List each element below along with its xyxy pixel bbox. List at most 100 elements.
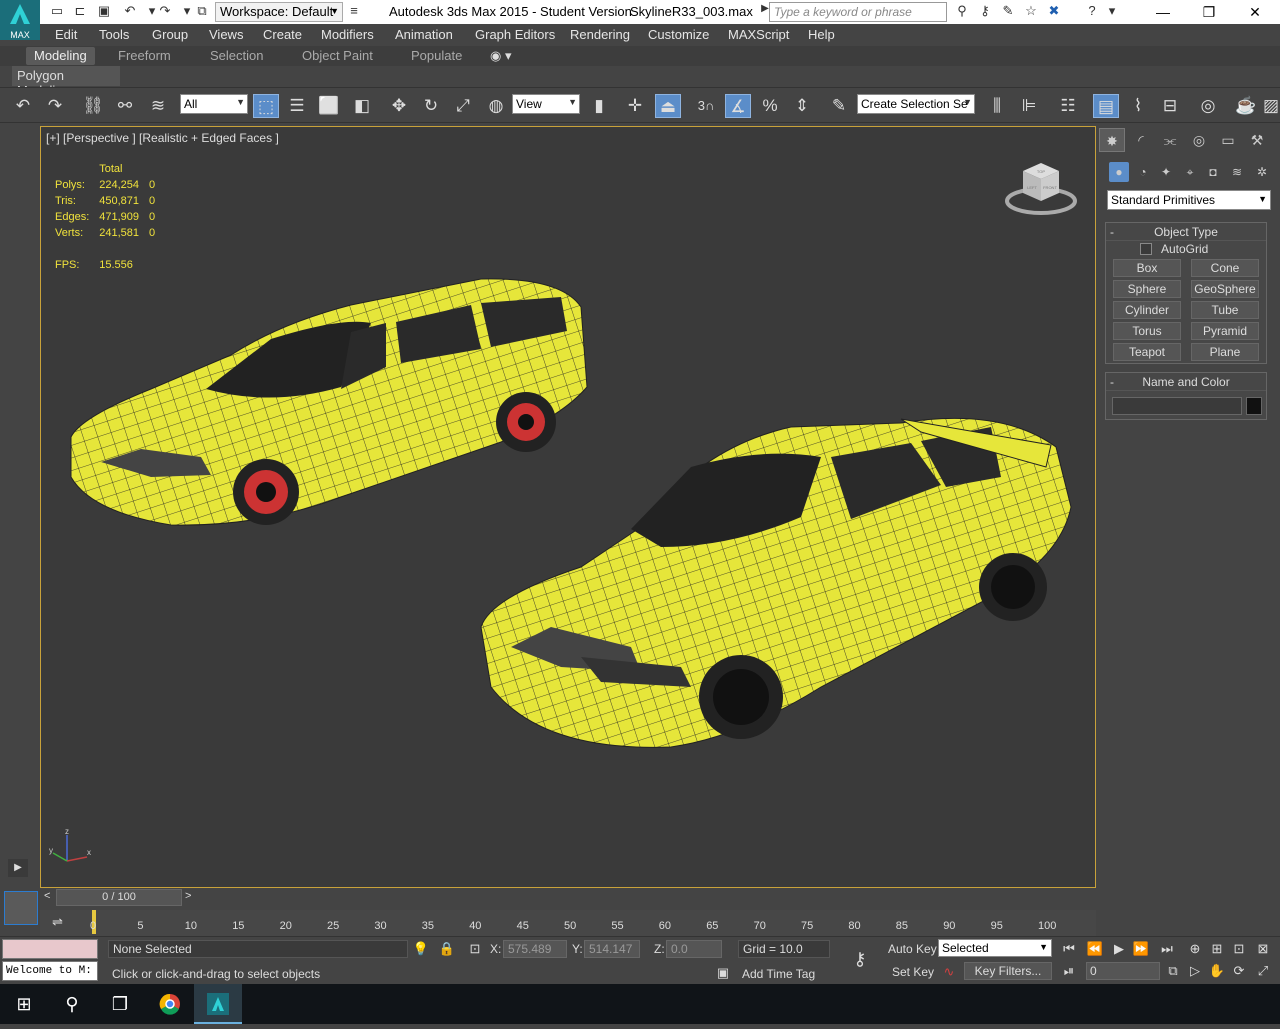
key-mode-dropdown[interactable]: Selected ▼ (938, 939, 1052, 957)
undo-icon[interactable]: ↶ (120, 3, 140, 21)
3ds-max-taskbar-icon[interactable] (194, 984, 242, 1024)
manipulate-icon[interactable]: ✛ (622, 94, 648, 118)
time-slider-prev-icon[interactable]: < (44, 890, 50, 902)
menu-edit[interactable]: Edit (55, 27, 77, 42)
ribbon-options-icon[interactable]: ◉ ▾ (482, 47, 519, 65)
chrome-icon[interactable] (146, 984, 194, 1024)
pivot-center-icon[interactable]: ▮ (586, 94, 612, 118)
torus-button[interactable]: Torus (1113, 322, 1181, 340)
favorites-star-icon[interactable]: ☆ (1021, 3, 1041, 21)
reference-coordinate-dropdown[interactable]: View ▼ (512, 94, 580, 114)
menu-maxscript[interactable]: MAXScript (728, 27, 789, 42)
box-button[interactable]: Box (1113, 259, 1181, 277)
rectangular-selection-icon[interactable]: ⬜ (316, 94, 342, 118)
maxscript-listener-input[interactable]: Welcome to M: (2, 961, 98, 981)
select-and-link-icon[interactable]: ⛓ (80, 94, 106, 118)
hierarchy-tab-icon[interactable]: ⫘ (1157, 128, 1183, 152)
new-file-icon[interactable]: ▭ (47, 3, 67, 21)
z-coordinate-field[interactable]: 0.0 (666, 940, 722, 958)
menu-customize[interactable]: Customize (648, 27, 709, 42)
time-tag-icon[interactable]: ▣ (712, 963, 734, 983)
time-slider-next-icon[interactable]: > (185, 890, 191, 902)
spinner-snap-icon[interactable]: ⇕ (789, 94, 815, 118)
zoom-extents-all-icon[interactable]: ⊠ (1252, 939, 1274, 959)
cylinder-button[interactable]: Cylinder (1113, 301, 1181, 319)
isolate-selection-icon[interactable]: 💡 (410, 939, 432, 959)
geosphere-button[interactable]: GeoSphere (1191, 280, 1259, 298)
maxscript-listener-output[interactable] (2, 939, 98, 959)
undo-icon[interactable]: ↶ (10, 94, 36, 118)
binoculars-icon[interactable]: ⚲ (952, 3, 972, 21)
render-setup-icon[interactable]: ☕ (1233, 94, 1259, 118)
align-icon[interactable]: ⊫ (1016, 94, 1042, 118)
bind-space-warp-icon[interactable]: ≋ (145, 94, 171, 118)
object-name-field[interactable] (1112, 397, 1242, 415)
toggle-ribbon-icon[interactable]: ▤ (1093, 94, 1119, 118)
cameras-icon[interactable]: ⌖ (1180, 162, 1200, 182)
name-and-color-rollout-header[interactable]: - Name and Color (1106, 373, 1266, 391)
unlink-icon[interactable]: ⚯ (112, 94, 138, 118)
next-frame-icon[interactable]: ⏩ (1130, 939, 1152, 959)
menu-help[interactable]: Help (808, 27, 835, 42)
select-object-icon[interactable]: ⬚ (253, 94, 279, 118)
percent-snap-icon[interactable]: % (757, 94, 783, 118)
auto-key-button[interactable]: Auto Key (888, 942, 937, 956)
menu-group[interactable]: Group (152, 27, 188, 42)
save-file-icon[interactable]: ▣ (94, 3, 114, 21)
lights-icon[interactable]: ✦ (1156, 162, 1176, 182)
menu-create[interactable]: Create (263, 27, 302, 42)
time-configuration-icon[interactable]: ⧉ (1162, 961, 1184, 981)
track-bar[interactable]: ⇌ 0 5 10 15 20 25 30 35 40 45 50 55 60 65 70 75 80 85 90 95… (40, 910, 1096, 936)
menu-animation[interactable]: Animation (395, 27, 453, 42)
window-crossing-icon[interactable]: ◧ (349, 94, 375, 118)
tube-button[interactable]: Tube (1191, 301, 1259, 319)
orbit-icon[interactable]: ⟳ (1228, 961, 1250, 981)
field-of-view-icon[interactable]: ▷ (1184, 961, 1206, 981)
edit-named-selection-icon[interactable]: ✎ (826, 94, 852, 118)
selection-lock-icon[interactable]: 🔒 (436, 939, 458, 959)
key-filters-button[interactable]: Key Filters... (964, 962, 1052, 980)
ribbon-panel-polygon-modeling[interactable]: Polygon Modeling (12, 66, 120, 98)
add-time-tag[interactable]: Add Time Tag (742, 967, 815, 981)
object-category-dropdown[interactable]: Standard Primitives ▼ (1107, 190, 1271, 210)
tab-selection[interactable]: Selection (202, 47, 271, 65)
minimize-button[interactable]: — (1140, 0, 1186, 24)
space-warps-icon[interactable]: ≋ (1227, 162, 1247, 182)
object-color-swatch[interactable] (1246, 397, 1262, 415)
set-key-mode-key-icon[interactable]: ⚷ (845, 949, 875, 969)
project-folder-icon[interactable]: ⧉ (192, 3, 212, 21)
select-by-name-icon[interactable]: ☰ (284, 94, 310, 118)
tab-populate[interactable]: Populate (403, 47, 470, 65)
object-type-rollout-header[interactable]: - Object Type (1106, 223, 1266, 241)
y-coordinate-field[interactable]: 514.147 (584, 940, 640, 958)
schematic-view-icon[interactable]: ⊟ (1157, 94, 1183, 118)
help-icon[interactable]: ? (1082, 3, 1102, 21)
go-to-end-icon[interactable]: ⏭ (1156, 939, 1178, 959)
tab-object-paint[interactable]: Object Paint (294, 47, 381, 65)
rendered-frame-window-icon[interactable]: ▨ (1262, 94, 1280, 118)
help-dropdown-icon[interactable]: ▾ (1102, 3, 1122, 21)
search-input[interactable]: Type a keyword or phrase (769, 2, 947, 22)
redo-icon[interactable]: ↷ (155, 3, 175, 21)
selection-filter-dropdown[interactable]: All ▼ (180, 94, 248, 114)
sphere-button[interactable]: Sphere (1113, 280, 1181, 298)
keyboard-shortcut-override-icon[interactable]: ⏏ (655, 94, 681, 118)
material-editor-icon[interactable]: ◎ (1195, 94, 1221, 118)
select-and-move-icon[interactable]: ✥ (386, 94, 412, 118)
menu-tools[interactable]: Tools (99, 27, 129, 42)
curve-editor-icon[interactable]: ⌇ (1125, 94, 1151, 118)
exchange-icon[interactable]: ✖ (1044, 3, 1064, 21)
time-slider[interactable]: < 0 / 100 > (40, 889, 1096, 907)
cone-button[interactable]: Cone (1191, 259, 1259, 277)
utilities-tab-icon[interactable]: ⚒ (1244, 128, 1270, 152)
select-and-scale-icon[interactable]: ⤢ (450, 94, 476, 118)
key-icon[interactable]: ⚷ (975, 3, 995, 21)
shapes-icon[interactable]: ◔ (1133, 162, 1153, 182)
task-view-icon[interactable]: ❐ (96, 984, 144, 1024)
layer-explorer-icon[interactable]: ☷ (1055, 94, 1081, 118)
motion-tab-icon[interactable]: ◎ (1186, 128, 1212, 152)
snaps-toggle-icon[interactable]: 3∩ (693, 94, 719, 118)
workspace-menu-icon[interactable]: ≡ (344, 3, 364, 21)
tab-freeform[interactable]: Freeform (110, 47, 179, 65)
plane-button[interactable]: Plane (1191, 343, 1259, 361)
